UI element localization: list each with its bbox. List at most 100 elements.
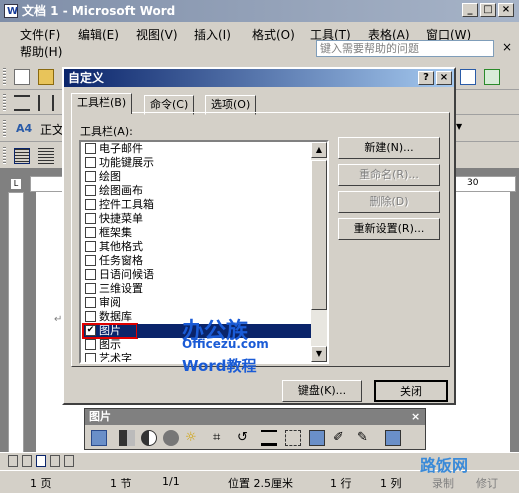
reading-view-icon[interactable] bbox=[64, 455, 74, 467]
toolbar-grip[interactable] bbox=[3, 120, 6, 138]
maximize-button[interactable]: □ bbox=[480, 3, 496, 17]
style-icon: A4 bbox=[16, 122, 33, 135]
scroll-thumb[interactable] bbox=[311, 160, 327, 310]
align-left-icon[interactable] bbox=[38, 148, 54, 164]
insert-table-icon[interactable] bbox=[460, 69, 476, 85]
checkbox[interactable] bbox=[85, 269, 96, 280]
style-selector[interactable]: 正文 bbox=[40, 121, 64, 138]
dialog-title: 自定义 bbox=[68, 71, 105, 85]
new-toolbar-button[interactable]: 新建(N)... bbox=[338, 137, 440, 159]
list-item[interactable]: 功能键展示 bbox=[83, 156, 313, 170]
print-view-icon[interactable] bbox=[36, 455, 46, 467]
list-item[interactable]: 绘图画布 bbox=[83, 184, 313, 198]
sun-icon[interactable]: ☼ bbox=[185, 430, 201, 446]
checkbox[interactable] bbox=[85, 213, 96, 224]
list-item[interactable]: 任务窗格 bbox=[83, 254, 313, 268]
checkbox-checked[interactable]: ✔ bbox=[85, 325, 96, 336]
checkbox[interactable] bbox=[85, 353, 96, 362]
list-item[interactable]: 绘图 bbox=[83, 170, 313, 184]
color-icon[interactable] bbox=[119, 430, 135, 446]
lines-icon[interactable] bbox=[14, 95, 30, 111]
status-col: 1 列 bbox=[380, 477, 402, 490]
transparent-color-icon[interactable]: ✎ bbox=[357, 430, 373, 446]
checkbox[interactable] bbox=[85, 199, 96, 210]
reset-picture-icon[interactable] bbox=[385, 430, 401, 446]
checkbox[interactable] bbox=[85, 339, 96, 350]
tab-stop-selector[interactable]: L bbox=[10, 178, 22, 190]
dialog-close-button[interactable]: × bbox=[436, 71, 452, 85]
checkbox[interactable] bbox=[85, 283, 96, 294]
scroll-down-icon[interactable]: ▼ bbox=[311, 346, 327, 362]
list-item[interactable]: 三维设置 bbox=[83, 282, 313, 296]
columns-icon[interactable] bbox=[38, 95, 54, 111]
format-picture-icon[interactable]: ✐ bbox=[333, 430, 349, 446]
menu-help[interactable]: 帮助(H) bbox=[20, 43, 62, 60]
checkbox[interactable] bbox=[85, 297, 96, 308]
checkbox[interactable] bbox=[85, 227, 96, 238]
status-section: 1 节 bbox=[110, 477, 132, 490]
brightness-icon[interactable] bbox=[163, 430, 179, 446]
status-position: 位置 2.5厘米 bbox=[228, 477, 293, 490]
list-scrollbar[interactable]: ▲ ▼ bbox=[311, 142, 327, 362]
watermark-subtitle: Word教程 bbox=[182, 357, 257, 375]
vertical-ruler[interactable] bbox=[8, 192, 24, 454]
crop-icon[interactable]: ⌗ bbox=[213, 430, 229, 446]
checkbox[interactable] bbox=[85, 143, 96, 154]
chevron-down-icon[interactable]: ▼ bbox=[456, 122, 462, 131]
list-item[interactable]: 其他格式 bbox=[83, 240, 313, 254]
toolbar-grip[interactable] bbox=[3, 68, 6, 86]
rename-toolbar-button[interactable]: 重命名(R)... bbox=[338, 164, 440, 186]
checkbox[interactable] bbox=[85, 171, 96, 182]
contrast-icon[interactable] bbox=[141, 430, 157, 446]
watermark-site: 路饭网 bbox=[420, 456, 469, 475]
keyboard-button[interactable]: 键盘(K)... bbox=[282, 380, 362, 402]
checkbox[interactable] bbox=[85, 185, 96, 196]
insert-picture-icon[interactable] bbox=[91, 430, 107, 446]
menu-close-icon[interactable]: × bbox=[502, 40, 512, 54]
picture-toolbar-title: 图片 × bbox=[85, 409, 425, 425]
scroll-up-icon[interactable]: ▲ bbox=[311, 142, 327, 158]
delete-toolbar-button[interactable]: 删除(D) bbox=[338, 191, 440, 213]
close-dialog-button[interactable]: 关闭 bbox=[374, 380, 448, 402]
justify-icon[interactable] bbox=[14, 148, 30, 164]
outline-view-icon[interactable] bbox=[50, 455, 60, 467]
toolbar-grip[interactable] bbox=[3, 147, 6, 165]
minimize-button[interactable]: _ bbox=[462, 3, 478, 17]
dialog-help-button[interactable]: ? bbox=[418, 71, 434, 85]
list-item[interactable]: 日语问候语 bbox=[83, 268, 313, 282]
reset-toolbar-button[interactable]: 重新设置(R)... bbox=[338, 218, 440, 240]
watermark-url: Officezu.com bbox=[182, 337, 269, 351]
menu-edit[interactable]: 编辑(E) bbox=[78, 26, 119, 43]
menu-file[interactable]: 文件(F) bbox=[20, 26, 60, 43]
compress-icon[interactable] bbox=[285, 430, 301, 446]
checkbox[interactable] bbox=[85, 255, 96, 266]
list-item[interactable]: 快捷菜单 bbox=[83, 212, 313, 226]
status-mod: 修订 bbox=[476, 477, 498, 490]
insert-excel-icon[interactable] bbox=[484, 69, 500, 85]
checkbox[interactable] bbox=[85, 311, 96, 322]
ruler-value: 30 bbox=[467, 178, 479, 188]
close-icon[interactable]: × bbox=[411, 409, 420, 425]
list-item[interactable]: 电子邮件 bbox=[83, 142, 313, 156]
help-search-input[interactable]: 键入需要帮助的问题 bbox=[316, 40, 494, 57]
line-style-icon[interactable] bbox=[261, 430, 277, 446]
close-button[interactable]: × bbox=[498, 3, 514, 17]
list-item-selected[interactable]: ✔ 图片 bbox=[82, 323, 138, 339]
new-document-icon[interactable] bbox=[14, 69, 30, 85]
menu-format[interactable]: 格式(O) bbox=[252, 26, 295, 43]
open-folder-icon[interactable] bbox=[38, 69, 54, 85]
tab-toolbars[interactable]: 工具栏(B) bbox=[71, 93, 133, 114]
list-item[interactable]: 控件工具箱 bbox=[83, 198, 313, 212]
text-wrap-icon[interactable] bbox=[309, 430, 325, 446]
rotate-icon[interactable]: ↺ bbox=[237, 430, 253, 446]
list-item[interactable]: 框架集 bbox=[83, 226, 313, 240]
picture-toolbar: 图片 × ☼ ⌗ ↺ ✐ ✎ bbox=[84, 408, 426, 450]
menu-view[interactable]: 视图(V) bbox=[136, 26, 178, 43]
list-item[interactable]: 审阅 bbox=[83, 296, 313, 310]
normal-view-icon[interactable] bbox=[8, 455, 18, 467]
checkbox[interactable] bbox=[85, 157, 96, 168]
checkbox[interactable] bbox=[85, 241, 96, 252]
menu-insert[interactable]: 插入(I) bbox=[194, 26, 231, 43]
toolbar-grip[interactable] bbox=[3, 94, 6, 112]
web-view-icon[interactable] bbox=[22, 455, 32, 467]
